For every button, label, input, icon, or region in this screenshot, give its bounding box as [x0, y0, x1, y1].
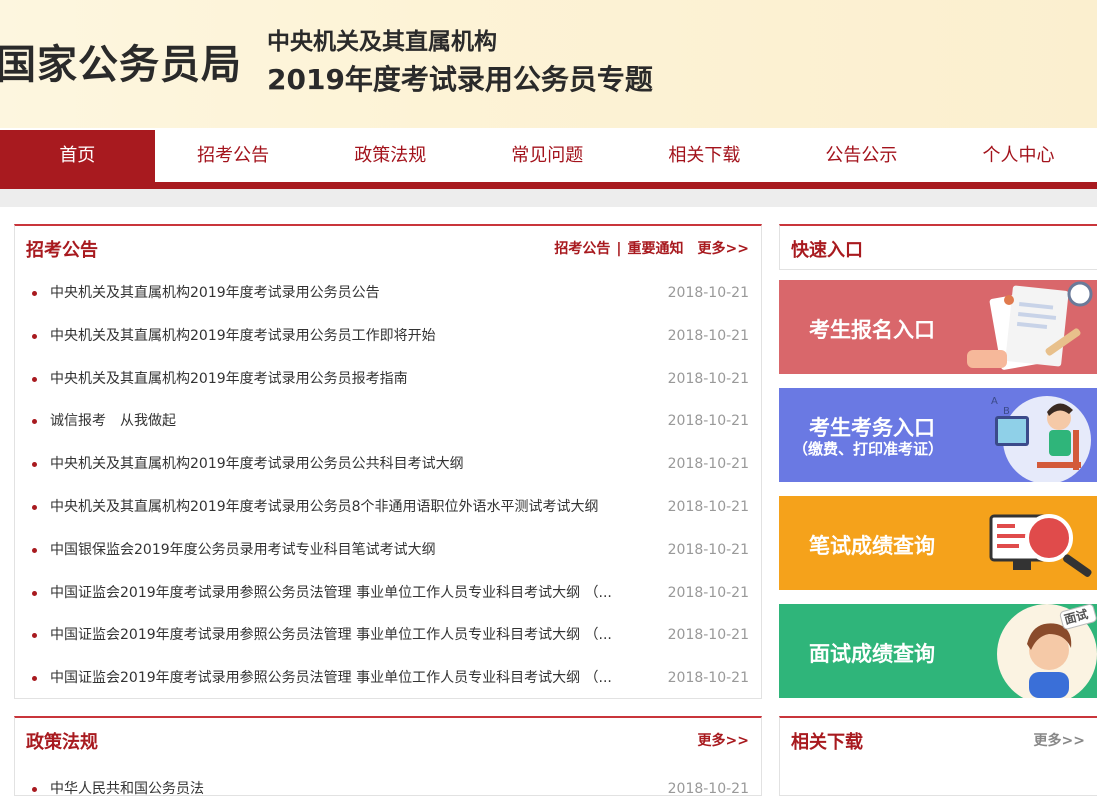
list-item: 中央机关及其直属机构2019年度考试录用公务员公告 2018-10-21	[15, 272, 761, 315]
svg-text:A: A	[991, 396, 998, 407]
list-item: 中央机关及其直属机构2019年度考试录用公务员8个非通用语职位外语水平测试考试大…	[15, 486, 761, 529]
nav-underline	[0, 182, 1097, 189]
quick-entry-panel: 快速入口	[779, 224, 1097, 270]
bullet-icon	[32, 633, 37, 639]
bullet-icon	[32, 462, 37, 468]
bullet-icon	[32, 787, 37, 792]
news-link[interactable]: 中国证监会2019年度考试录用参照公务员法管理 事业单位工作人员专业科目考试大纲…	[50, 572, 650, 615]
news-link[interactable]: 中央机关及其直属机构2019年度考试录用公务员8个非通用语职位外语水平测试考试大…	[50, 486, 650, 529]
link-announcements[interactable]: 招考公告	[554, 241, 610, 257]
written-score-query-label: 笔试成绩查询	[809, 534, 935, 558]
nav-item-personal-center[interactable]: 个人中心	[940, 130, 1097, 182]
downloads-links: 更多>>	[1034, 730, 1085, 750]
list-item: 中国银保监会2019年度公务员录用考试专业科目笔试考试大纲 2018-10-21	[15, 529, 761, 572]
nav-item-policy[interactable]: 政策法规	[312, 130, 469, 182]
announcements-list: 中央机关及其直属机构2019年度考试录用公务员公告 2018-10-21 中央机关…	[15, 272, 761, 700]
list-item: 中国证监会2019年度考试录用参照公务员法管理 事业单位工作人员专业科目考试大纲…	[15, 657, 761, 700]
registration-entry-label: 考生报名入口	[809, 318, 935, 342]
nav-item-downloads[interactable]: 相关下载	[626, 130, 783, 182]
bullet-icon	[32, 676, 37, 682]
nav-item-announcements[interactable]: 招考公告	[155, 130, 312, 182]
site-header: 国家公务员局 中央机关及其直属机构 2019年度考试录用公务员专题	[0, 0, 1097, 128]
announcements-links: 招考公告 | 重要通知 更多>>	[554, 238, 749, 258]
main-nav: 首页 招考公告 政策法规 常见问题 相关下载 公告公示 个人中心	[0, 130, 1097, 182]
header-subtitle: 中央机关及其直属机构	[267, 29, 497, 55]
news-link[interactable]: 中央机关及其直属机构2019年度考试录用公务员公共科目考试大纲	[50, 443, 650, 486]
news-date: 2018-10-21	[667, 327, 749, 344]
quick-entry-title: 快速入口	[791, 240, 863, 261]
news-date: 2018-10-21	[667, 456, 749, 473]
svg-text:B: B	[1003, 406, 1010, 417]
news-date: 2018-10-21	[667, 285, 749, 301]
list-item: 诚信报考 从我做起 2018-10-21	[15, 400, 761, 443]
bullet-icon	[32, 419, 37, 425]
page-title: 2019年度考试录用公务员专题	[267, 63, 653, 96]
news-link[interactable]: 中华人民共和国公务员法	[50, 768, 650, 811]
news-link[interactable]: 中央机关及其直属机构2019年度考试录用公务员工作即将开始	[50, 315, 650, 358]
bullet-icon	[32, 590, 37, 596]
news-date: 2018-10-21	[667, 627, 749, 644]
bullet-icon	[32, 376, 37, 382]
nav-shadow-divider	[0, 189, 1097, 207]
downloads-more-link[interactable]: 更多>>	[1034, 733, 1085, 749]
announcements-more-link[interactable]: 更多>>	[698, 241, 749, 257]
news-date: 2018-10-21	[667, 413, 749, 430]
link-important-notices[interactable]: 重要通知	[628, 241, 684, 257]
policy-links: 更多>>	[698, 730, 749, 750]
form-document-icon	[967, 281, 1093, 370]
policy-title: 政策法规	[26, 732, 98, 753]
downloads-title: 相关下载	[791, 732, 863, 753]
list-item: 中央机关及其直属机构2019年度考试录用公务员工作即将开始 2018-10-21	[15, 315, 761, 358]
bullet-icon	[32, 291, 37, 296]
news-link[interactable]: 中国证监会2019年度考试录用参照公务员法管理 事业单位工作人员专业科目考试大纲…	[50, 657, 650, 700]
site-logo-text[interactable]: 国家公务员局	[0, 32, 242, 90]
bullet-icon	[32, 504, 37, 510]
list-item: 中国证监会2019年度考试录用参照公务员法管理 事业单位工作人员专业科目考试大纲…	[15, 614, 761, 657]
news-date: 2018-10-21	[667, 670, 749, 687]
downloads-panel: 相关下载 更多>>	[779, 716, 1097, 796]
link-separator: |	[616, 241, 622, 257]
list-item: 中国证监会2019年度考试录用参照公务员法管理 事业单位工作人员专业科目考试大纲…	[15, 572, 761, 615]
news-link[interactable]: 中国银保监会2019年度公务员录用考试专业科目笔试考试大纲	[50, 529, 650, 572]
news-link[interactable]: 中央机关及其直属机构2019年度考试录用公务员公告	[50, 272, 650, 315]
news-date: 2018-10-21	[667, 498, 749, 515]
list-item: 中央机关及其直属机构2019年度考试录用公务员公共科目考试大纲 2018-10-2…	[15, 443, 761, 486]
news-date: 2018-10-21	[667, 584, 749, 601]
list-item: 中央机关及其直属机构2019年度考试录用公务员报考指南 2018-10-21	[15, 358, 761, 401]
announcements-title: 招考公告	[26, 240, 98, 261]
news-date: 2018-10-21	[667, 541, 749, 558]
exam-affairs-entry-button[interactable]: 考生考务入口 （缴费、打印准考证） B A	[779, 388, 1097, 482]
policy-panel: 政策法规 更多>> 中华人民共和国公务员法 2018-10-21	[14, 716, 762, 797]
policy-more-link[interactable]: 更多>>	[698, 733, 749, 749]
registration-entry-button[interactable]: 考生报名入口	[779, 280, 1097, 374]
exam-affairs-entry-sublabel: （缴费、打印准考证）	[793, 440, 944, 458]
nav-item-faq[interactable]: 常见问题	[469, 130, 626, 182]
bullet-icon	[32, 333, 37, 339]
bullet-icon	[32, 547, 37, 553]
nav-item-notices[interactable]: 公告公示	[783, 130, 940, 182]
interview-score-query-label: 面试成绩查询	[809, 642, 935, 666]
news-link[interactable]: 诚信报考 从我做起	[50, 400, 650, 443]
interview-score-query-button[interactable]: 面试成绩查询 面试	[779, 604, 1097, 698]
written-score-query-button[interactable]: 笔试成绩查询	[779, 496, 1097, 590]
nav-item-home[interactable]: 首页	[0, 130, 155, 182]
score-screen-magnifier-icon	[989, 514, 1092, 577]
news-date: 2018-10-21	[667, 370, 749, 387]
news-link[interactable]: 中央机关及其直属机构2019年度考试录用公务员报考指南	[50, 358, 650, 401]
news-link[interactable]: 中国证监会2019年度考试录用参照公务员法管理 事业单位工作人员专业科目考试大纲…	[50, 614, 650, 657]
list-item: 中华人民共和国公务员法 2018-10-21	[15, 768, 761, 811]
news-date: 2018-10-21	[667, 781, 749, 797]
student-at-desk-icon: B A	[991, 396, 1091, 482]
announcements-panel: 招考公告 招考公告 | 重要通知 更多>> 中央机关及其直属机构2019年度考试录用公…	[14, 224, 762, 699]
